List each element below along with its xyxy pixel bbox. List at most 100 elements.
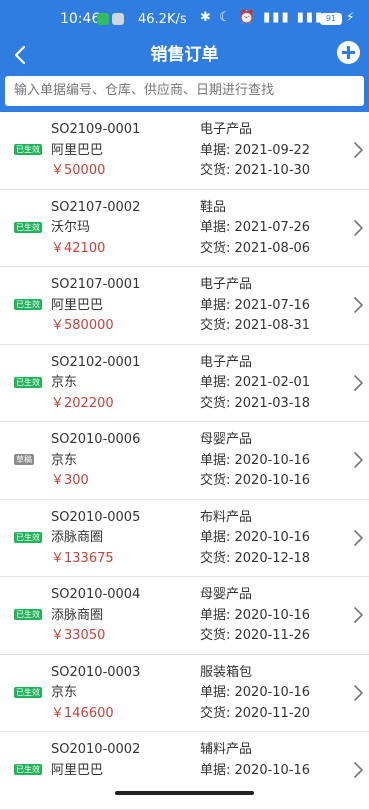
search-input[interactable] xyxy=(5,76,364,106)
order-detail-info: 辅料产品单据: 2020-10-16 xyxy=(200,740,310,781)
order-amount: ￥146600 xyxy=(51,705,114,721)
status-badge: 已生效 xyxy=(14,221,42,233)
chevron-right-icon xyxy=(352,605,364,625)
order-customer: 京东 xyxy=(51,685,78,700)
order-category: 布料产品 xyxy=(200,509,253,525)
order-detail-info: 电子产品单据: 2021-07-16 交货: 2021-08-31 xyxy=(200,275,310,337)
order-detail-info: 母婴产品单据: 2020-10-16 交货: 2020-10-16 xyxy=(200,430,310,492)
order-main-info: SO2010-0006 京东 ￥300 xyxy=(51,430,140,492)
app-header: 10:46 46.2K/s ✱ ☾ ⏰ ▮▮▮ ▮▮▮ ◠ 91 ⚡ 销售订单 xyxy=(0,0,369,112)
order-bill-date: 单据: 2020-10-16 xyxy=(200,762,311,778)
order-delivery-date: 交货: 2021-03-18 xyxy=(200,395,311,411)
chevron-right-icon xyxy=(352,373,364,393)
chevron-right-icon xyxy=(352,760,364,780)
order-customer: 添脉商圈 xyxy=(51,607,104,623)
page-title: 销售订单 xyxy=(150,45,219,65)
order-amount: ￥202200 xyxy=(51,395,114,411)
order-bill-date: 单据: 2020-10-16 xyxy=(200,685,311,700)
status-badge: 已生效 xyxy=(14,299,42,310)
order-amount: ￥300 xyxy=(51,473,89,488)
order-list: 已生效 SO2109-0001 阿里巴巴 ￥50000 电子产品 单据: 2021-09-… xyxy=(0,112,369,810)
chevron-right-icon xyxy=(352,450,364,470)
order-bill-date: 单据: 2020-10-16 xyxy=(200,607,311,623)
order-customer: 京东 xyxy=(51,452,78,468)
chevron-right-icon xyxy=(352,683,364,703)
order-delivery-date: 交货: 2021-08-31 xyxy=(200,318,311,333)
order-code: SO2107-0001 xyxy=(51,277,141,292)
order-delivery-date: 交货: 2021-10-30 xyxy=(200,163,311,178)
order-delivery-date: 交货: 2020-11-20 xyxy=(200,705,311,721)
order-amount: ￥580000 xyxy=(51,318,114,333)
order-detail-info: 布料产品单据: 2020-10-16 交货: 2020-12-18 xyxy=(200,508,310,570)
order-customer: 添脉商圈 xyxy=(51,530,104,545)
order-category: 服装箱包 xyxy=(200,664,253,680)
status-badge: 已生效 xyxy=(14,609,42,620)
order-row[interactable]: 已生效 SO2010-0005 添脉商圈 ￥133675 布料产品单据: 2020-10… xyxy=(0,499,369,577)
order-row[interactable]: 已生效 SO2109-0001 阿里巴巴 ￥50000 电子产品单据: 2021-09-… xyxy=(0,112,369,190)
order-code: SO2010-0005 xyxy=(51,509,141,525)
order-amount: ￥133675 xyxy=(51,550,114,566)
add-order-icon[interactable] xyxy=(337,41,360,64)
order-row[interactable]: 已生效 SO2010-0002 阿里巴巴 辅料产品单据: 2020-10-16 xyxy=(0,732,369,810)
order-category: 电子产品 xyxy=(200,354,253,370)
order-delivery-date: 交货: 2020-12-18 xyxy=(200,550,311,566)
order-code: SO2010-0002 xyxy=(51,742,141,757)
app-notification-icon xyxy=(112,13,124,25)
status-badge: 已生效 xyxy=(14,686,42,698)
order-code: SO2102-0001 xyxy=(51,354,141,370)
nav-bar: 销售订单 xyxy=(0,38,369,74)
status-time: 10:46 xyxy=(60,11,101,27)
order-row[interactable]: 已生效 SO2107-0002 沃尔玛 ￥42100 鞋品 单据: 2021-07-26 交… xyxy=(0,189,369,267)
chevron-right-icon xyxy=(352,528,364,548)
status-badge: 已生效 xyxy=(14,531,42,543)
order-code: SO2109-0001 xyxy=(51,122,141,137)
order-category: 母婴产品 xyxy=(200,432,253,447)
status-badge: 已生效 xyxy=(14,376,42,388)
status-badge: 已生效 xyxy=(14,764,42,775)
order-row[interactable]: 已生效 SO2010-0004 添脉商圈 ￥33050 母婴产品 单据: 2020-10-… xyxy=(0,577,369,655)
status-badge: 已生效 xyxy=(14,144,42,155)
order-bill-date: 单据: 2021-07-16 xyxy=(200,297,311,313)
status-bar: 10:46 46.2K/s ✱ ☾ ⏰ ▮▮▮ ▮▮▮ ◠ 91 ⚡ xyxy=(0,0,369,38)
order-amount: ￥50000 xyxy=(51,163,106,178)
order-main-info: SO2109-0001 阿里巴巴 ￥50000 xyxy=(51,120,140,182)
chevron-right-icon xyxy=(352,295,364,315)
order-row[interactable]: 已生效 SO2102-0001 京东 ￥202200 电子产品 单据: 2021-02-0… xyxy=(0,344,369,422)
order-detail-info: 鞋品 单据: 2021-07-26 交货: 2021-08-06 xyxy=(200,198,310,260)
order-row[interactable]: 已生效 SO2107-0001 阿里巴巴 ￥580000 电子产品单据: 2021-07… xyxy=(0,267,369,345)
order-detail-info: 服装箱包单据: 2020-10-16 交货: 2020-11-20 xyxy=(200,663,310,725)
order-customer: 阿里巴巴 xyxy=(51,297,104,313)
order-detail-info: 母婴产品单据: 2020-10-16 交货: 2020-11-26 xyxy=(200,585,310,647)
order-category: 电子产品 xyxy=(200,277,253,292)
order-delivery-date: 交货: 2021-08-06 xyxy=(200,240,311,256)
order-main-info: SO2010-0003 京东 ￥146600 xyxy=(51,663,140,725)
order-category: 辅料产品 xyxy=(200,742,253,757)
order-amount: ￥42100 xyxy=(51,240,106,256)
chevron-right-icon xyxy=(352,140,364,160)
order-main-info: SO2107-0001 阿里巴巴 ￥580000 xyxy=(51,275,140,337)
order-amount: ￥33050 xyxy=(51,628,106,643)
order-row[interactable]: 已生效 SO2010-0003 京东 ￥146600 服装箱包 单据: 2020-10-1… xyxy=(0,654,369,732)
order-main-info: SO2010-0005 添脉商圈 ￥133675 xyxy=(51,508,140,570)
order-delivery-date: 交货: 2020-11-26 xyxy=(200,628,311,643)
order-main-info: SO2102-0001 京东 ￥202200 xyxy=(51,353,140,415)
order-customer: 阿里巴巴 xyxy=(51,762,104,778)
notification-icon xyxy=(97,13,109,25)
order-customer: 沃尔玛 xyxy=(51,220,91,235)
order-main-info: SO2107-0002 沃尔玛 ￥42100 xyxy=(51,198,140,260)
order-detail-info: 电子产品单据: 2021-09-22 交货: 2021-10-30 xyxy=(200,120,310,182)
home-indicator[interactable] xyxy=(115,791,254,795)
order-detail-info: 电子产品 单据: 2021-02-01 交货: 2021-03-18 xyxy=(200,353,310,415)
order-bill-date: 单据: 2021-07-26 xyxy=(200,220,311,235)
network-speed: 46.2K/s xyxy=(138,12,187,27)
order-delivery-date: 交货: 2020-10-16 xyxy=(200,473,311,488)
order-row[interactable]: 草稿 SO2010-0006 京东 ￥300 母婴产品 单据: 2020-10-16 交货:… xyxy=(0,422,369,500)
order-category: 母婴产品 xyxy=(200,587,253,602)
order-category: 电子产品 xyxy=(200,122,253,137)
order-bill-date: 单据: 2020-10-16 xyxy=(200,530,311,545)
order-main-info: SO2010-0002 阿里巴巴 xyxy=(51,740,140,781)
order-bill-date: 单据: 2020-10-16 xyxy=(200,452,311,468)
order-main-info: SO2010-0004 添脉商圈 ￥33050 xyxy=(51,585,140,647)
order-customer: 京东 xyxy=(51,375,78,390)
order-bill-date: 单据: 2021-09-22 xyxy=(200,142,311,158)
